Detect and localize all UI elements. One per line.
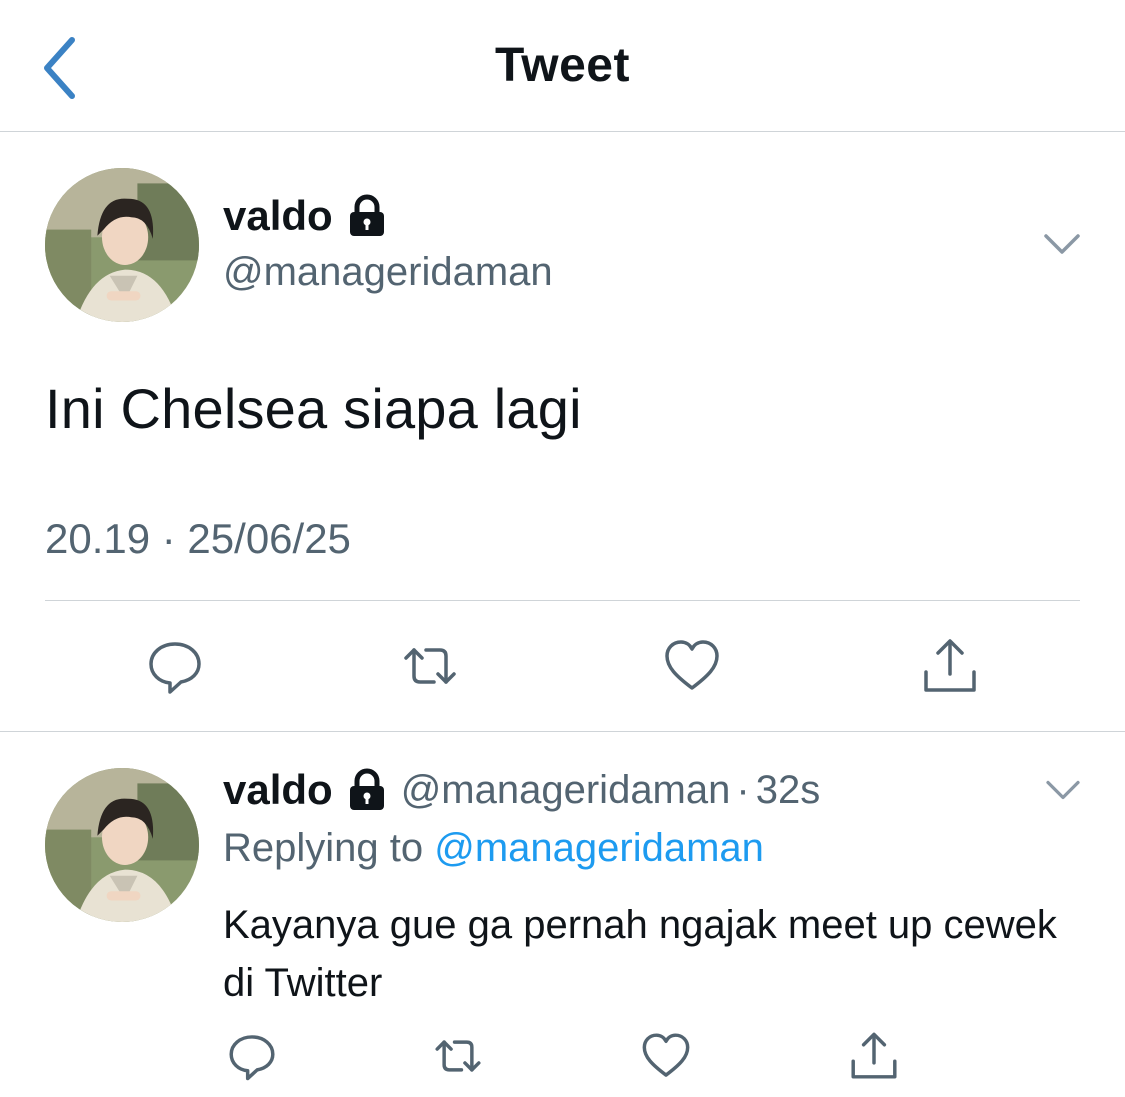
page-title: Tweet [495, 39, 630, 92]
divider [45, 600, 1080, 601]
replying-to: Replying to @manageridaman [223, 826, 764, 871]
lock-icon [347, 194, 387, 238]
author-name[interactable]: valdo [223, 192, 387, 240]
share-button[interactable] [920, 636, 980, 696]
retweet-icon [435, 1040, 481, 1072]
retweet-button[interactable] [400, 636, 460, 696]
like-button[interactable] [640, 1030, 692, 1082]
like-button[interactable] [662, 636, 722, 696]
top-bar: Tweet [0, 0, 1125, 132]
share-icon [924, 639, 976, 692]
chevron-down-icon [1044, 234, 1080, 254]
separator-dot: · [736, 767, 750, 812]
reply-button[interactable] [226, 1030, 278, 1082]
retweet-icon [404, 648, 456, 684]
heart-icon [642, 1033, 690, 1077]
divider [0, 731, 1125, 732]
author-handle[interactable]: @manageridaman [223, 250, 553, 295]
share-icon [851, 1032, 897, 1079]
lock-icon [347, 768, 387, 812]
tweet-text: Ini Chelsea siapa lagi [45, 377, 582, 440]
replying-prefix: Replying to [223, 826, 424, 870]
replying-to-link[interactable]: @manageridaman [434, 826, 764, 870]
display-name: valdo [223, 192, 333, 239]
reply-header: valdo @manageridaman · 32s [223, 766, 820, 814]
author-handle[interactable]: @manageridaman [401, 768, 731, 813]
tweet-options-button[interactable] [1042, 228, 1082, 260]
display-name[interactable]: valdo [223, 766, 333, 814]
avatar[interactable] [45, 168, 199, 322]
reply-icon [229, 1035, 275, 1081]
retweet-button[interactable] [432, 1030, 484, 1082]
reply-button[interactable] [145, 636, 205, 696]
tweet-text: Kayanya gue ga pernah ngajak meet up cew… [223, 903, 1057, 1005]
avatar[interactable] [45, 768, 199, 922]
tweet-timestamp[interactable]: 20.19 · 25/06/25 [45, 515, 351, 563]
relative-time[interactable]: 32s [756, 768, 821, 813]
chevron-down-icon [1046, 780, 1080, 800]
heart-icon [665, 640, 719, 690]
tweet-options-button[interactable] [1044, 775, 1082, 805]
reply-icon [149, 642, 201, 694]
share-button[interactable] [848, 1030, 900, 1082]
